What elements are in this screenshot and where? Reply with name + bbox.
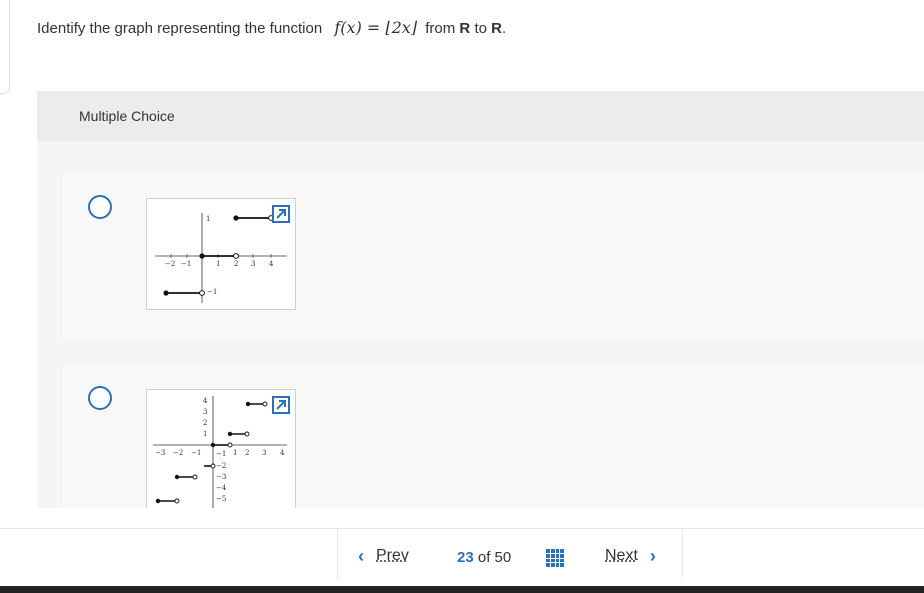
- divider: [337, 529, 338, 579]
- y-tick-label: −3: [216, 473, 226, 481]
- bottom-navigation-bar: ‹ Prev 23 of 50 Next ›: [0, 528, 924, 587]
- y-tick-label: 3: [203, 408, 207, 416]
- chevron-right-icon: ›: [649, 546, 656, 566]
- x-tick-label: −3: [155, 449, 165, 457]
- prev-label: Prev: [376, 547, 409, 564]
- x-tick-label: 3: [251, 260, 255, 268]
- question-text: Identify the graph representing the func…: [37, 18, 506, 37]
- y-tick-label: −1: [216, 450, 226, 458]
- x-tick-label: 2: [234, 260, 238, 268]
- question-mid: from: [425, 20, 456, 37]
- domain-set: R: [459, 20, 471, 37]
- panel-header: Multiple Choice: [37, 91, 924, 141]
- y-tick-label: 1: [203, 430, 207, 438]
- y-tick-label: 2: [203, 419, 207, 427]
- y-tick-label: −4: [216, 484, 227, 492]
- of-label: of: [477, 549, 491, 566]
- question-card-edge: [0, 0, 10, 94]
- answer-panel: Multiple Choice −2 −1 1 2 3 4 1 −1 −3 −2…: [37, 91, 924, 508]
- choice-option-1[interactable]: −2 −1 1 2 3 4 1 −1: [63, 173, 924, 340]
- divider: [682, 529, 683, 579]
- question-prefix: Identify the graph representing the func…: [37, 20, 323, 37]
- x-tick-label: −2: [173, 449, 183, 457]
- x-tick-label: 2: [245, 449, 249, 457]
- x-tick-label: 1: [216, 260, 220, 268]
- total-questions: 50: [494, 549, 512, 566]
- next-button[interactable]: Next ›: [605, 547, 656, 565]
- panel-title: Multiple Choice: [79, 108, 175, 124]
- question-end: .: [501, 20, 507, 37]
- radio-button-1[interactable]: [88, 195, 112, 219]
- x-tick-label: −1: [181, 260, 191, 268]
- question-to: to: [474, 20, 487, 37]
- grid-icon[interactable]: [546, 549, 564, 567]
- radio-button-2[interactable]: [88, 386, 112, 410]
- prev-button[interactable]: ‹ Prev: [358, 547, 409, 565]
- graph-thumbnail-1[interactable]: −2 −1 1 2 3 4 1 −1: [146, 198, 296, 310]
- chevron-left-icon: ‹: [358, 546, 364, 566]
- x-tick-label: 1: [233, 449, 237, 457]
- y-tick-label: −1: [207, 288, 217, 296]
- x-tick-label: 4: [269, 260, 274, 268]
- graph-thumbnail-2[interactable]: −3 −2 −1 1 2 3 4 4 3 2 1 −1 −2 −3 −4 −5: [146, 389, 296, 508]
- function-expression: f(x) = ⌊2x⌋: [334, 18, 418, 37]
- x-tick-label: 4: [280, 449, 285, 457]
- choice-option-2[interactable]: −3 −2 −1 1 2 3 4 4 3 2 1 −1 −2 −3 −4 −5: [63, 365, 924, 508]
- y-tick-label: 4: [203, 397, 208, 405]
- x-tick-label: −2: [165, 260, 175, 268]
- bottom-strip: [0, 586, 924, 593]
- expand-icon[interactable]: [272, 396, 290, 414]
- x-tick-label: 3: [262, 449, 266, 457]
- y-tick-label: −5: [216, 495, 226, 503]
- codomain-set: R: [491, 20, 502, 37]
- next-label: Next: [605, 547, 638, 564]
- page-indicator: 23 of 50: [457, 549, 511, 566]
- x-tick-label: −1: [191, 449, 201, 457]
- current-question: 23: [457, 549, 474, 566]
- expand-icon[interactable]: [272, 205, 290, 223]
- y-tick-label: 1: [206, 215, 210, 223]
- y-tick-label: −2: [216, 462, 226, 470]
